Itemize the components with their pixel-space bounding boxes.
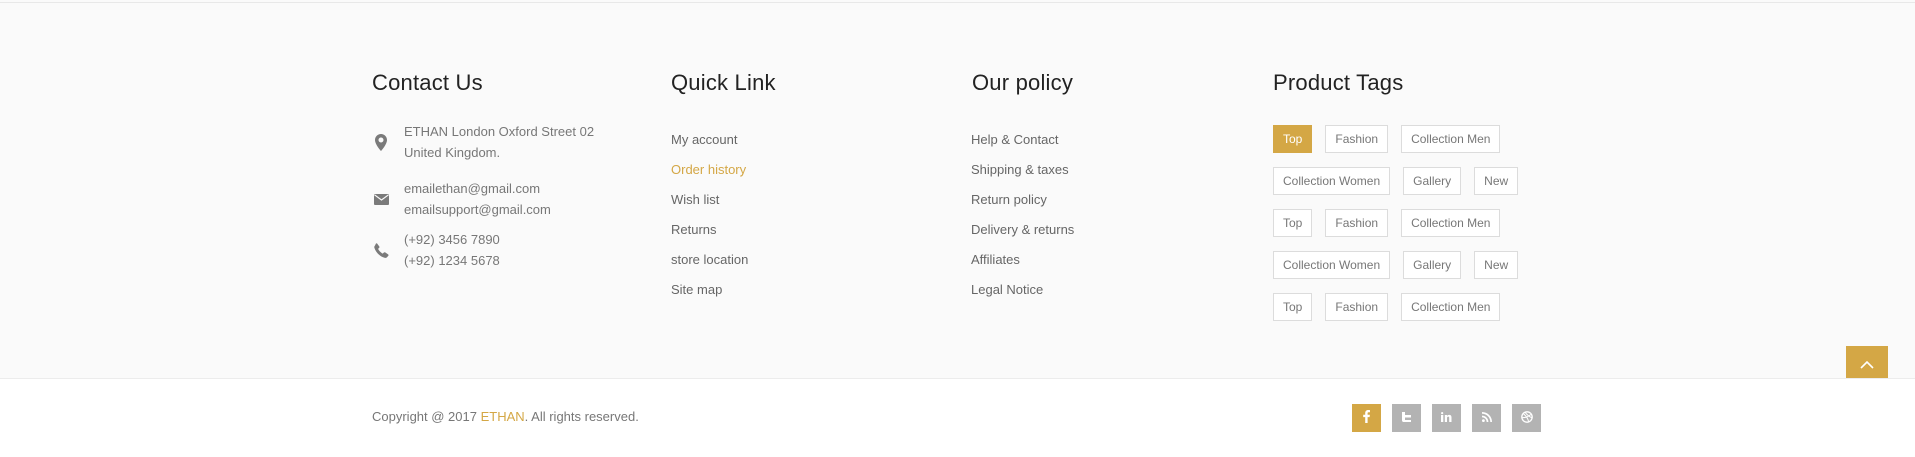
- tag-fashion[interactable]: Fashion: [1325, 209, 1389, 237]
- bottom-bar: Copyright @ 2017 ETHAN. All rights reser…: [0, 378, 1915, 457]
- policy-title: Our policy: [972, 70, 1074, 95]
- rss-icon: [1481, 411, 1492, 425]
- phone-row: (+92) 3456 7890 (+92) 1234 5678: [372, 229, 500, 271]
- address-line-2: United Kingdom.: [404, 145, 501, 160]
- tag-row: Collection Women Gallery New: [1273, 251, 1573, 293]
- linkedin-button[interactable]: [1432, 404, 1461, 432]
- copyright-prefix: Copyright @ 2017: [372, 409, 481, 424]
- tag-top[interactable]: Top: [1273, 293, 1313, 321]
- tag-cloud: Top Fashion Collection Men Collection Wo…: [1273, 125, 1573, 335]
- map-marker-icon: [372, 133, 390, 151]
- tag-collection-men[interactable]: Collection Men: [1401, 209, 1501, 237]
- link-order-history[interactable]: Order history: [671, 155, 748, 185]
- tag-collection-women[interactable]: Collection Women: [1273, 251, 1391, 279]
- tag-collection-women[interactable]: Collection Women: [1273, 167, 1391, 195]
- contact-column: Contact Us ETHAN London Oxford Street 02…: [372, 70, 622, 268]
- rss-button[interactable]: [1472, 404, 1501, 432]
- link-help-contact[interactable]: Help & Contact: [971, 125, 1074, 155]
- linkedin-icon: [1441, 411, 1452, 425]
- link-returns[interactable]: Returns: [671, 215, 748, 245]
- tag-collection-men[interactable]: Collection Men: [1401, 293, 1501, 321]
- phone-icon: [372, 241, 390, 259]
- dribbble-button[interactable]: [1512, 404, 1541, 432]
- phone-line-1[interactable]: (+92) 3456 7890: [404, 229, 500, 250]
- link-delivery-returns[interactable]: Delivery & returns: [971, 215, 1074, 245]
- tag-new[interactable]: New: [1474, 251, 1519, 279]
- tag-row: Collection Women Gallery New: [1273, 167, 1573, 209]
- link-affiliates[interactable]: Affiliates: [971, 245, 1074, 275]
- tag-row: Top Fashion Collection Men: [1273, 293, 1573, 335]
- link-legal-notice[interactable]: Legal Notice: [971, 275, 1074, 305]
- dribbble-icon: [1520, 410, 1533, 426]
- phone-line-2[interactable]: (+92) 1234 5678: [404, 250, 500, 271]
- link-return-policy[interactable]: Return policy: [971, 185, 1074, 215]
- tag-new[interactable]: New: [1474, 167, 1519, 195]
- tag-fashion[interactable]: Fashion: [1325, 125, 1389, 153]
- tag-row: Top Fashion Collection Men: [1273, 125, 1573, 167]
- twitter-icon: [1401, 411, 1413, 425]
- link-my-account[interactable]: My account: [671, 125, 748, 155]
- brand-link[interactable]: ETHAN: [481, 409, 525, 424]
- envelope-icon: [372, 190, 390, 208]
- quick-link-title: Quick Link: [671, 70, 776, 95]
- email-line-2[interactable]: emailsupport@gmail.com: [404, 199, 551, 220]
- quick-link-column: Quick Link My account Order history Wish…: [671, 70, 891, 297]
- chevron-up-icon: [1860, 356, 1874, 374]
- tag-fashion[interactable]: Fashion: [1325, 293, 1389, 321]
- tags-title: Product Tags: [1273, 70, 1404, 95]
- copyright-suffix: . All rights reserved.: [524, 409, 639, 424]
- link-store-location[interactable]: store location: [671, 245, 748, 275]
- email-line-1[interactable]: emailethan@gmail.com: [404, 178, 551, 199]
- tag-gallery[interactable]: Gallery: [1403, 167, 1462, 195]
- tag-gallery[interactable]: Gallery: [1403, 251, 1462, 279]
- email-row: emailethan@gmail.com emailsupport@gmail.…: [372, 178, 551, 220]
- tag-top[interactable]: Top: [1273, 209, 1313, 237]
- link-site-map[interactable]: Site map: [671, 275, 748, 305]
- copyright: Copyright @ 2017 ETHAN. All rights reser…: [372, 409, 639, 424]
- facebook-icon: [1363, 410, 1370, 426]
- address-row: ETHAN London Oxford Street 02 United Kin…: [372, 121, 594, 163]
- link-wish-list[interactable]: Wish list: [671, 185, 748, 215]
- link-shipping-taxes[interactable]: Shipping & taxes: [971, 155, 1074, 185]
- tags-column: Product Tags Top Fashion Collection Men …: [1273, 70, 1593, 321]
- facebook-button[interactable]: [1352, 404, 1381, 432]
- address-line-1: ETHAN London Oxford Street 02: [404, 124, 595, 139]
- policy-list: Help & Contact Shipping & taxes Return p…: [971, 125, 1074, 305]
- tag-top[interactable]: Top: [1273, 125, 1313, 153]
- tag-row: Top Fashion Collection Men: [1273, 209, 1573, 251]
- social-links: [1352, 404, 1552, 432]
- tag-collection-men[interactable]: Collection Men: [1401, 125, 1501, 153]
- quick-link-list: My account Order history Wish list Retur…: [671, 125, 748, 305]
- contact-title: Contact Us: [372, 70, 483, 95]
- twitter-button[interactable]: [1392, 404, 1421, 432]
- footer: Contact Us ETHAN London Oxford Street 02…: [0, 3, 1915, 384]
- policy-column: Our policy Help & Contact Shipping & tax…: [971, 70, 1192, 297]
